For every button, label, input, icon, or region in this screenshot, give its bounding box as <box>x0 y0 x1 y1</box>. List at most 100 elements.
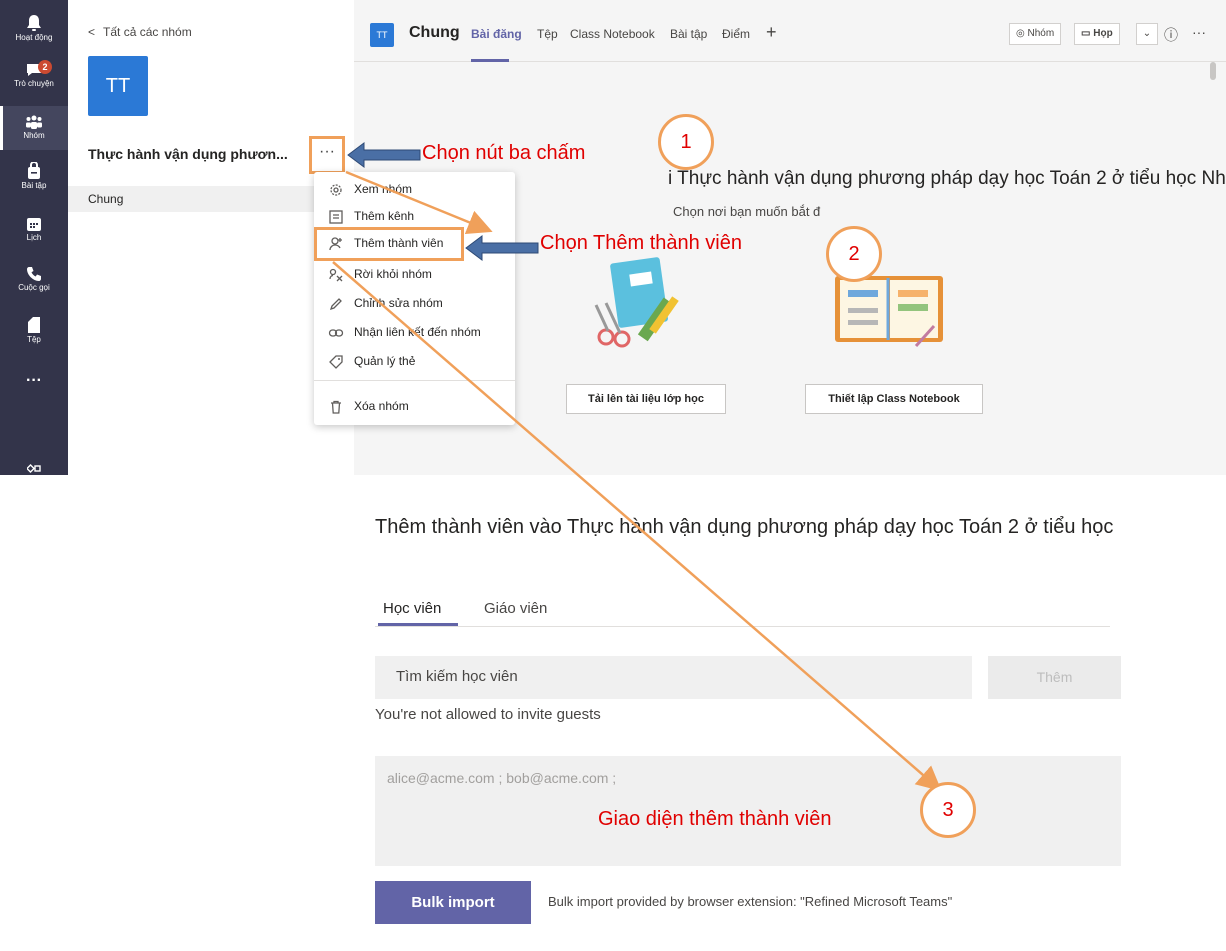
emails-placeholder: alice@acme.com ; bob@acme.com ; <box>387 770 617 786</box>
team-avatar: TT <box>88 56 148 116</box>
meet-button[interactable]: ▭ Họp <box>1074 23 1120 45</box>
rail-label: Cuộc gọi <box>18 283 50 292</box>
setup-class-notebook-button[interactable]: Thiết lập Class Notebook <box>805 384 983 414</box>
add-member-dialog-title: Thêm thành viên vào Thực hành vận dụng p… <box>375 516 1114 538</box>
add-tab-button[interactable]: + <box>766 22 777 43</box>
app-rail: Hoạt động 2 Trò chuyện Nhóm Bài tập Lịch… <box>0 0 68 475</box>
tab-class-notebook[interactable]: Class Notebook <box>570 27 655 41</box>
info-icon[interactable]: ⓘ <box>1164 25 1178 45</box>
chevron-left-icon: < <box>88 25 96 39</box>
team-panel: < Tất cả các nhóm TT Thực hành vận dụng p… <box>68 0 354 475</box>
meet-label: Họp <box>1093 28 1113 39</box>
eye-icon: ◎ <box>1016 28 1028 39</box>
menu-item-delete-team[interactable]: Xóa nhóm <box>314 394 515 420</box>
rail-assignments[interactable]: Bài tập <box>0 162 68 190</box>
notebook-scissors-illustration <box>594 257 679 348</box>
active-tab-indicator <box>471 59 509 62</box>
rail-chat[interactable]: 2 Trò chuyện <box>0 60 68 88</box>
menu-item-add-member[interactable]: Thêm thành viên <box>314 227 515 261</box>
teams-icon <box>26 115 42 129</box>
rail-label: Bài tập <box>21 181 47 190</box>
team-pill[interactable]: ◎ Nhóm <box>1009 23 1062 45</box>
tab-students[interactable]: Học viên <box>383 600 441 617</box>
channel-icon <box>329 210 343 224</box>
channel-header: TT Chung Bài đăng Tệp Class Notebook Bài… <box>354 0 1226 62</box>
add-button[interactable]: Thêm <box>988 656 1121 699</box>
rail-teams[interactable]: Nhóm <box>0 106 68 150</box>
welcome-subheading: Chọn nơi bạn muốn bắt đ <box>673 204 821 219</box>
channel-title: Chung <box>409 24 460 41</box>
menu-item-edit-team[interactable]: Chỉnh sửa nhóm <box>314 291 515 317</box>
menu-item-label: Xem nhóm <box>354 182 413 196</box>
rail-label: Nhóm <box>23 131 45 140</box>
phone-icon <box>27 267 41 281</box>
leave-icon <box>329 268 343 282</box>
video-icon: ▭ <box>1081 28 1094 39</box>
annotation-step3: Giao diện thêm thành viên <box>598 808 832 830</box>
scrollbar[interactable] <box>1210 62 1216 80</box>
active-tab-indicator <box>378 623 458 626</box>
tab-grades[interactable]: Điểm <box>722 27 750 41</box>
tab-divider <box>375 626 1110 627</box>
rail-apps[interactable] <box>0 462 68 476</box>
rail-files[interactable]: Tệp <box>0 316 68 344</box>
bulk-import-note: Bulk import provided by browser extensio… <box>548 894 953 909</box>
rail-more-button[interactable]: ··· <box>0 372 68 390</box>
tab-files[interactable]: Tệp <box>537 27 558 41</box>
link-icon <box>328 329 344 337</box>
calendar-icon <box>27 218 41 231</box>
step-number-1: 1 <box>658 114 714 170</box>
team-options-menu: Xem nhóm Thêm kênh Thêm thành viên Rời k… <box>314 172 515 425</box>
gear-icon <box>330 184 342 196</box>
menu-item-label: Nhận liên kết đến nhóm <box>354 325 481 339</box>
channel-label: Chung <box>88 192 124 206</box>
rail-activity[interactable]: Hoạt động <box>0 14 68 42</box>
tab-posts[interactable]: Bài đăng <box>471 27 522 41</box>
annotation-step1: Chọn nút ba chấm <box>422 142 586 164</box>
guest-warning: You're not allowed to invite guests <box>375 706 601 723</box>
rail-calendar[interactable]: Lịch <box>0 216 68 242</box>
rail-label: Tệp <box>27 335 41 344</box>
menu-item-label: Rời khỏi nhóm <box>354 267 432 281</box>
pencil-icon <box>329 298 342 311</box>
annotation-step2: Chọn Thêm thành viên <box>540 232 742 254</box>
tag-icon <box>329 355 343 369</box>
search-placeholder: Tìm kiếm học viên <box>396 668 518 685</box>
rail-label: Lịch <box>26 233 42 242</box>
upload-materials-button[interactable]: Tải lên tài liệu lớp học <box>566 384 726 414</box>
welcome-heading: i Thực hành vận dụng phương pháp dạy học… <box>668 168 1226 189</box>
menu-item-label: Thêm thành viên <box>354 236 444 250</box>
bulk-import-button[interactable]: Bulk import <box>375 881 531 924</box>
chevron-down-icon: ⌄ <box>1142 28 1152 39</box>
tab-teachers[interactable]: Giáo viên <box>484 600 547 617</box>
team-more-options-button[interactable]: ··· <box>309 136 345 174</box>
meet-dropdown-button[interactable]: ⌄ <box>1136 23 1158 45</box>
channel-item-general[interactable]: Chung <box>68 186 354 212</box>
menu-divider <box>314 380 515 381</box>
assignments-icon <box>28 162 40 179</box>
menu-item-label: Xóa nhóm <box>354 399 409 413</box>
step-number-2: 2 <box>826 226 882 282</box>
menu-item-manage-tags[interactable]: Quản lý thẻ <box>314 349 515 375</box>
rail-calls[interactable]: Cuộc gọi <box>0 266 68 292</box>
menu-item-leave-team[interactable]: Rời khỏi nhóm <box>314 262 515 288</box>
rail-label: Hoạt động <box>15 33 53 42</box>
menu-item-get-link[interactable]: Nhận liên kết đến nhóm <box>314 320 515 346</box>
team-chip: TT <box>370 23 394 47</box>
menu-item-label: Thêm kênh <box>354 209 415 223</box>
team-pill-label: Nhóm <box>1027 28 1055 39</box>
rail-label: Trò chuyện <box>14 79 54 88</box>
header-more-button[interactable]: ··· <box>1192 24 1206 40</box>
student-search-input[interactable]: Tìm kiếm học viên <box>375 656 972 699</box>
menu-item-view-team[interactable]: Xem nhóm <box>314 177 515 203</box>
files-icon <box>28 317 40 333</box>
apps-icon <box>27 463 41 474</box>
menu-item-label: Chỉnh sửa nhóm <box>354 296 443 310</box>
bell-icon <box>27 15 41 31</box>
team-name[interactable]: Thực hành vận dụng phươn... <box>88 146 288 162</box>
step-number-3: 3 <box>920 782 976 838</box>
back-link[interactable]: < Tất cả các nhóm <box>88 25 192 39</box>
back-label: Tất cả các nhóm <box>103 25 192 39</box>
tab-assignments[interactable]: Bài tập <box>670 27 707 41</box>
unread-badge: 2 <box>38 60 52 74</box>
